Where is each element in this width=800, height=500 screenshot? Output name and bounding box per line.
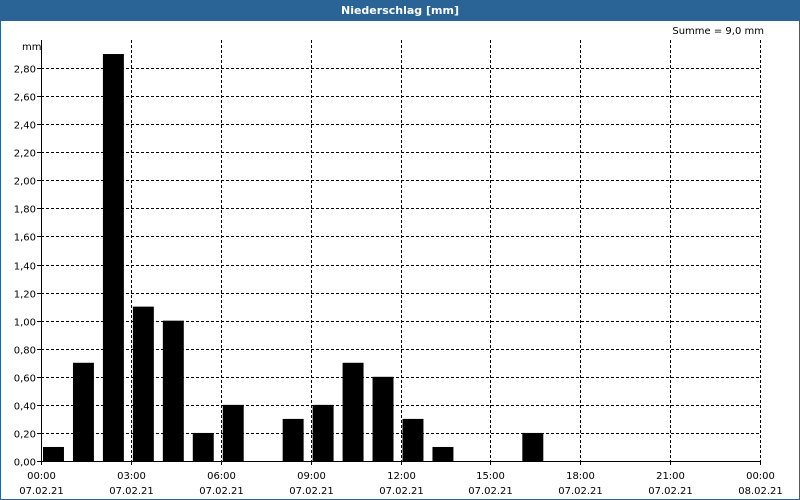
y-tick-label: 0,00 xyxy=(14,458,36,469)
bar-0300 xyxy=(132,306,154,461)
x-tick-time: 12:00 xyxy=(387,471,416,482)
x-tick-date: 07.02.21 xyxy=(468,486,513,497)
bar-0400 xyxy=(162,320,184,461)
bar-1200 xyxy=(402,418,424,461)
y-tick-label: 1,60 xyxy=(14,233,36,244)
y-axis-unit: mm xyxy=(22,42,41,53)
y-tick-label: 1,20 xyxy=(14,290,36,301)
x-tick-date: 07.02.21 xyxy=(19,486,64,497)
y-tick-label: 2,20 xyxy=(14,149,36,160)
bar-1300 xyxy=(432,446,454,461)
x-tick-date: 07.02.21 xyxy=(109,486,154,497)
x-tick-time: 00:00 xyxy=(27,471,56,482)
bar-0800 xyxy=(282,418,304,461)
bar-0500 xyxy=(192,432,214,461)
x-tick-date: 07.02.21 xyxy=(648,486,693,497)
y-tick-label: 2,00 xyxy=(14,177,36,188)
y-tick-labels: 0,00 0,20 0,40 0,60 0,80 1,00 1,20 1,40 1,60 1,80… xyxy=(14,65,36,469)
bar-1600 xyxy=(522,432,544,461)
bar-0900 xyxy=(312,404,334,461)
x-tick-date: 07.02.21 xyxy=(558,486,603,497)
y-tick-label: 1,40 xyxy=(14,262,36,273)
y-tick-label: 2,40 xyxy=(14,121,36,132)
y-tick-label: 0,60 xyxy=(14,374,36,385)
y-tick-label: 0,40 xyxy=(14,402,36,413)
y-tick-label: 2,60 xyxy=(14,93,36,104)
bar-0600 xyxy=(222,404,244,461)
y-tick-label: 1,80 xyxy=(14,205,36,216)
bar-0200 xyxy=(102,54,124,462)
bars xyxy=(43,54,544,462)
y-tick-label: 0,20 xyxy=(14,430,36,441)
x-tick-time: 18:00 xyxy=(566,471,595,482)
y-tick-label: 2,80 xyxy=(14,65,36,76)
x-tick-time: 03:00 xyxy=(117,471,146,482)
bar-0100 xyxy=(72,362,94,461)
precipitation-chart: mm 0,00 0,20 0,40 0,60 0,80 1,00 1,20 1,40 1,60 1… xyxy=(14,40,783,497)
bar-0000 xyxy=(43,446,64,461)
x-tick-time: 00:00 xyxy=(746,471,775,482)
bar-1000 xyxy=(342,362,364,461)
x-tick-labels: 00:00 07.02.21 03:00 07.02.21 06:00 07.02.21 0… xyxy=(19,471,783,497)
x-tick-time: 15:00 xyxy=(476,471,505,482)
y-tick-label: 0,80 xyxy=(14,346,36,357)
bar-1100 xyxy=(372,376,394,461)
x-tick-date: 08.02.21 xyxy=(738,486,783,497)
x-tick-time: 21:00 xyxy=(656,471,685,482)
x-tick-time: 09:00 xyxy=(297,471,326,482)
x-tick-time: 06:00 xyxy=(207,471,236,482)
x-tick-date: 07.02.21 xyxy=(289,486,334,497)
x-tick-date: 07.02.21 xyxy=(199,486,244,497)
y-tick-label: 1,00 xyxy=(14,318,36,329)
x-tick-date: 07.02.21 xyxy=(379,486,424,497)
